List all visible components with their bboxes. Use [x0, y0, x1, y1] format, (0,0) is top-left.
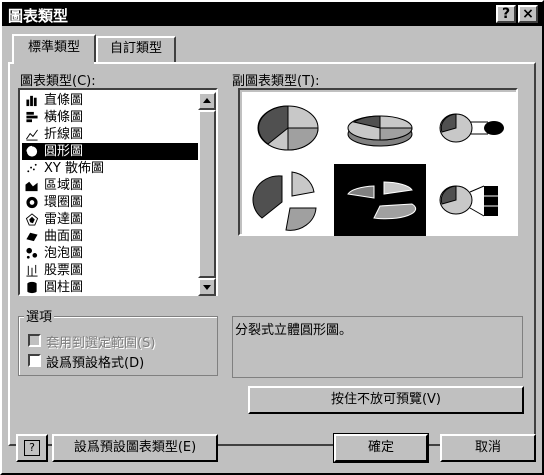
doughnut-chart-icon [26, 196, 38, 209]
bar-chart-icon [26, 111, 38, 123]
pie-chart-icon [25, 145, 39, 158]
chart-type-item[interactable]: 股票圖 [22, 262, 198, 279]
scatter-chart-icon [27, 163, 37, 173]
tab-standard-types[interactable]: 標準類型 [12, 34, 96, 62]
chart-type-item-label: 區域圖 [44, 178, 84, 193]
radar-chart-icon [25, 213, 39, 226]
chart-type-item[interactable]: 雷達圖 [22, 211, 198, 228]
chart-type-item-label: 曲面圖 [44, 229, 84, 244]
bar-of-pie-subtype-icon [439, 185, 498, 217]
apply-selection-checkbox[interactable] [28, 334, 41, 347]
window-title: 圖表類型 [8, 7, 69, 25]
set-default-chart-label: 設爲預設圖表類型(E) [73, 440, 197, 455]
title-bar: 圖表類型 ? × [2, 2, 542, 26]
scroll-up-button[interactable] [198, 92, 216, 110]
subtype-grid [238, 88, 518, 236]
cancel-label: 取消 [474, 440, 501, 455]
chart-type-item-label: 泡泡圖 [44, 246, 84, 261]
preview-button[interactable]: 按住不放可預覽(V) [248, 386, 524, 414]
chart-type-item[interactable]: 圓柱圖 [22, 279, 198, 296]
exploded-3d-pie-subtype-icon [347, 181, 417, 220]
office-assistant-button[interactable]: ? [16, 434, 48, 462]
set-default-format-checkbox[interactable] [28, 354, 41, 367]
chart-type-item-label: XY 散佈圖 [44, 161, 104, 176]
chart-type-item-label: 股票圖 [44, 263, 84, 278]
chart-type-item[interactable]: 直條圖 [22, 92, 198, 109]
pie-of-pie-subtype-icon [439, 113, 504, 143]
chart-type-list[interactable]: 直條圖橫條圖折線圖圓形圖 XY 散佈圖 區域圖環圈圖雷達圖曲面圖泡泡圖股票圖圓柱圖 [18, 88, 218, 296]
chart-type-item[interactable]: 泡泡圖 [22, 245, 198, 262]
subtype-bar-of-pie[interactable] [426, 164, 518, 236]
set-default-chart-button[interactable]: 設爲預設圖表類型(E) [52, 434, 218, 462]
column-chart-icon [26, 95, 37, 107]
chart-type-item-label: 折線圖 [44, 127, 84, 142]
chart-type-item[interactable]: 橫條圖 [22, 109, 198, 126]
apply-selection-label: 套用到選定範圍(S) [46, 336, 156, 351]
cancel-button[interactable]: 取消 [440, 434, 536, 462]
set-default-format-label: 設爲預設格式(D) [46, 356, 145, 371]
subtype-exploded-3d-pie[interactable] [334, 164, 426, 236]
area-chart-icon [25, 181, 38, 192]
vertical-scrollbar[interactable] [198, 92, 216, 296]
arrow-down-icon [203, 285, 211, 290]
line-chart-icon [26, 129, 38, 141]
subtype-3d-pie[interactable] [334, 92, 426, 164]
chart-type-item[interactable]: 區域圖 [22, 177, 198, 194]
chart-type-item-label: 環圈圖 [44, 195, 84, 210]
subtype-label: 副圖表類型(T): [232, 74, 320, 89]
surface-chart-icon [26, 232, 38, 242]
subtype-pie[interactable] [242, 92, 334, 164]
chart-type-item-label: 直條圖 [44, 93, 84, 108]
chart-type-item[interactable]: 圓形圖 [22, 143, 198, 160]
bubble-chart-icon [26, 247, 38, 259]
arrow-up-icon [203, 98, 211, 103]
exploded-pie-subtype-icon [252, 171, 317, 231]
description-box: 分裂式立體圓形圖。 [232, 316, 523, 378]
stock-chart-icon [26, 264, 38, 277]
subtype-exploded-pie[interactable] [242, 164, 334, 236]
chart-type-item[interactable]: 折線圖 [22, 126, 198, 143]
close-button[interactable]: × [518, 5, 538, 23]
3d-pie-subtype-icon [347, 115, 413, 147]
description-text: 分裂式立體圓形圖。 [235, 323, 353, 338]
cylinder-chart-icon [27, 281, 37, 294]
options-legend: 選項 [24, 306, 55, 325]
help-icon: ? [24, 440, 40, 456]
chart-type-item-label: 橫條圖 [44, 110, 84, 125]
tab-custom-types[interactable]: 自訂類型 [96, 36, 176, 62]
ok-label: 確定 [367, 440, 394, 455]
chart-type-item[interactable]: 環圈圖 [22, 194, 198, 211]
preview-button-label: 按住不放可預覽(V) [330, 392, 442, 407]
chart-type-label: 圖表類型(C): [20, 74, 96, 89]
tab-join [14, 60, 94, 64]
help-button[interactable]: ? [496, 5, 516, 23]
chart-type-item-label: 圓形圖 [44, 144, 84, 159]
chart-type-item-label: 圓柱圖 [44, 280, 84, 295]
chart-type-item-label: 雷達圖 [44, 212, 84, 227]
chart-type-item[interactable]: XY 散佈圖 [22, 160, 198, 177]
scroll-thumb[interactable] [198, 110, 216, 278]
chart-type-item[interactable]: 曲面圖 [22, 228, 198, 245]
tab-standard-label: 標準類型 [27, 40, 80, 55]
scroll-down-button[interactable] [198, 278, 216, 296]
subtype-pie-of-pie[interactable] [426, 92, 518, 164]
ok-button[interactable]: 確定 [333, 433, 429, 463]
tab-custom-label: 自訂類型 [109, 41, 162, 56]
pie-subtype-icon [257, 105, 319, 151]
